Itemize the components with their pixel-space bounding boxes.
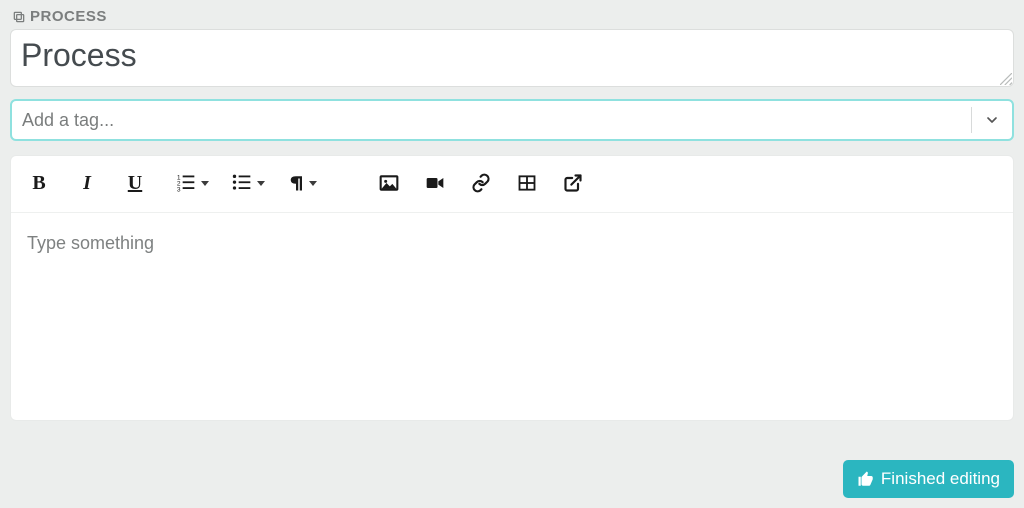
insert-video-button[interactable] [419, 168, 451, 198]
unordered-list-icon [231, 173, 253, 193]
editor-toolbar: B I U 123 [11, 156, 1013, 213]
editor-body[interactable]: Type something [11, 213, 1013, 393]
tag-dropdown-toggle[interactable] [978, 106, 1006, 134]
divider [971, 107, 972, 133]
editor-placeholder: Type something [27, 233, 154, 253]
svg-text:3: 3 [177, 186, 181, 193]
copy-icon [12, 10, 26, 24]
link-icon [470, 173, 492, 193]
underline-button[interactable]: U [119, 168, 151, 198]
chevron-down-icon [984, 112, 1000, 128]
insert-image-button[interactable] [373, 168, 405, 198]
section-label-text: PROCESS [30, 8, 107, 25]
video-icon [424, 173, 446, 193]
tag-input[interactable] [22, 101, 965, 139]
finished-editing-label: Finished editing [881, 469, 1000, 489]
bold-button[interactable]: B [23, 168, 55, 198]
italic-button[interactable]: I [71, 168, 103, 198]
ordered-list-icon: 123 [175, 173, 197, 193]
tag-input-container[interactable] [10, 99, 1014, 141]
unordered-list-dropdown[interactable] [225, 168, 269, 198]
title-wrap [10, 29, 1014, 87]
section-label: PROCESS [12, 8, 1014, 25]
external-link-icon [563, 173, 583, 193]
caret-down-icon [201, 181, 209, 186]
thumbs-up-icon [857, 470, 875, 488]
external-link-button[interactable] [557, 168, 589, 198]
image-icon [378, 173, 400, 193]
insert-table-button[interactable] [511, 168, 543, 198]
caret-down-icon [309, 181, 317, 186]
title-input[interactable] [10, 29, 1014, 87]
paragraph-icon [287, 173, 305, 193]
rich-text-editor: B I U 123 [10, 155, 1014, 421]
table-icon [516, 173, 538, 193]
finished-editing-button[interactable]: Finished editing [843, 460, 1014, 498]
insert-link-button[interactable] [465, 168, 497, 198]
ordered-list-dropdown[interactable]: 123 [169, 168, 213, 198]
paragraph-dropdown[interactable] [281, 168, 321, 198]
caret-down-icon [257, 181, 265, 186]
